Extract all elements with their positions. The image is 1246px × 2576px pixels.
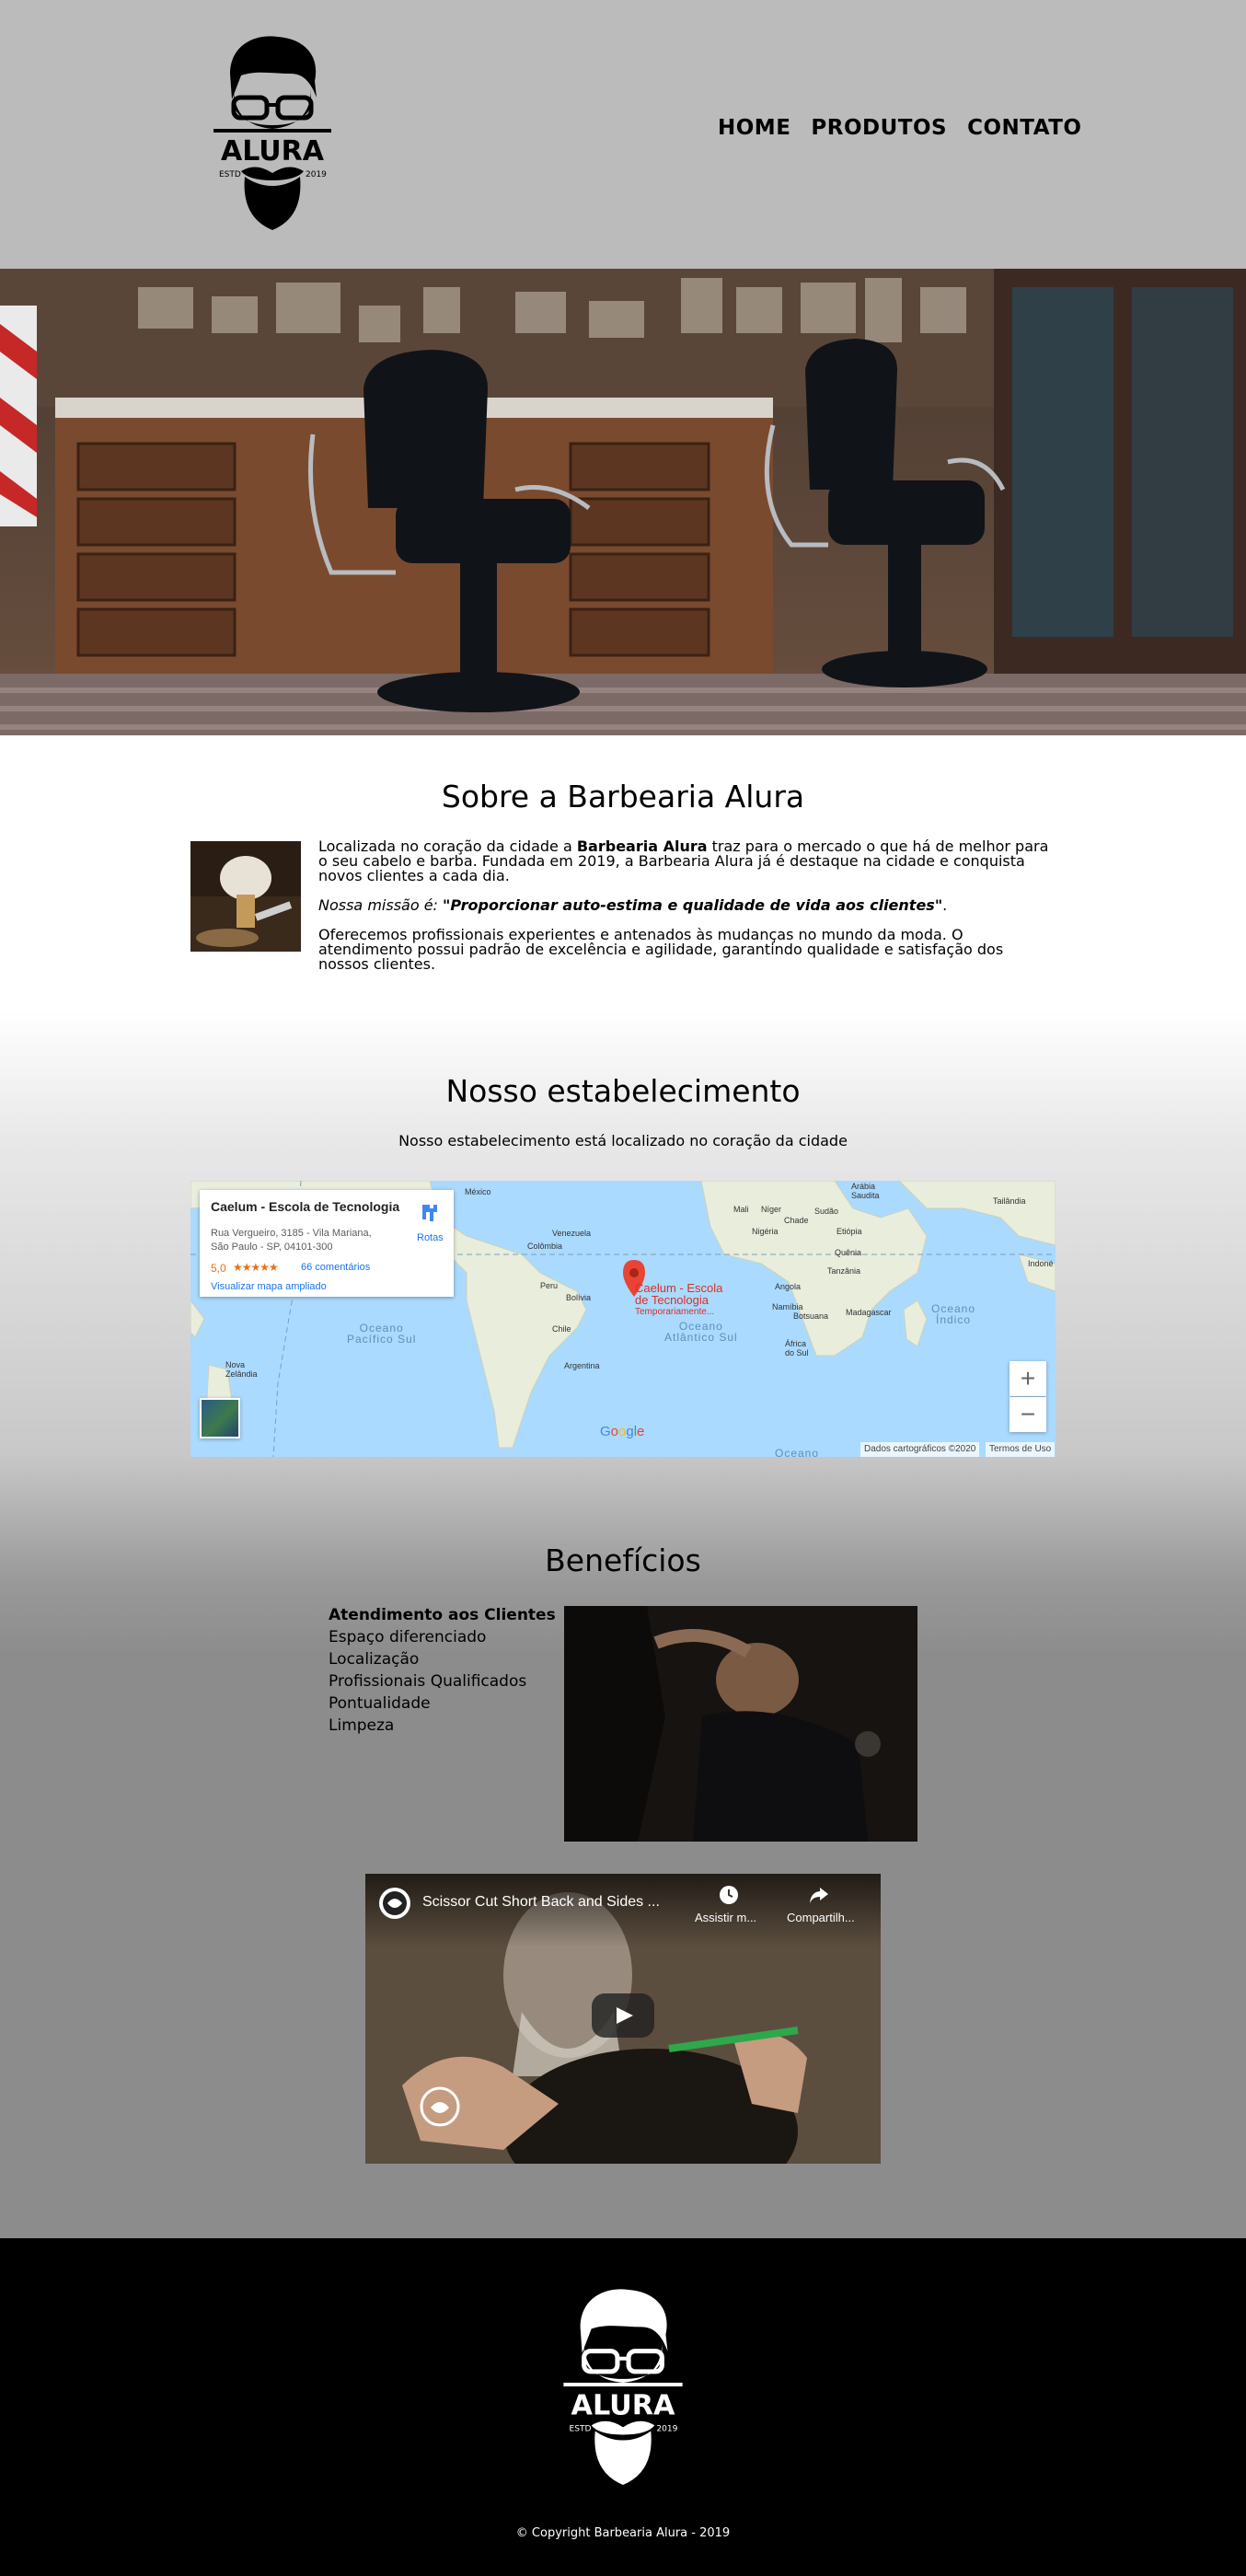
channel-avatar-icon[interactable] — [378, 1887, 411, 1920]
list-item: Espaço diferenciado — [329, 1628, 487, 1646]
map-label-saudi-arabia: Arábia Saudita — [851, 1182, 880, 1200]
barber-at-work-image — [564, 1606, 917, 1842]
map-zoom-in-button[interactable]: + — [1009, 1361, 1046, 1396]
map-label-mali: Mali — [733, 1205, 749, 1214]
map-address-line1: Rua Vergueiro, 3185 - Vila Mariana, — [211, 1228, 372, 1239]
map-directions-label[interactable]: Rotas — [417, 1232, 444, 1243]
video-play-button[interactable] — [592, 1993, 654, 2038]
map-reviews-link[interactable]: 66 comentários — [301, 1262, 370, 1273]
map-label-chile: Chile — [552, 1324, 571, 1334]
about-paragraph-intro: Localizada no coração da cidade a Barbea… — [318, 837, 1049, 884]
google-logo: Google — [600, 1424, 644, 1439]
map-label-kenya: Quênia — [835, 1248, 862, 1257]
map-label-bolivia: Bolívia — [566, 1293, 592, 1302]
alura-barber-logo[interactable]: ALURA ESTD 2019 — [213, 33, 331, 232]
logo-estd: ESTD — [219, 170, 241, 179]
clock-icon[interactable] — [719, 1885, 739, 1905]
main-nav: HOME PRODUTOS CONTATO — [718, 116, 1081, 140]
map-larger-link[interactable]: Visualizar mapa ampliado — [211, 1281, 327, 1292]
map-ocean-indian: Oceano Índico — [931, 1302, 976, 1326]
map-label-argentina: Argentina — [564, 1361, 600, 1370]
directions-icon[interactable] — [419, 1203, 441, 1221]
shaving-brush-image — [190, 841, 301, 952]
map-label-nigeria: Nigéria — [752, 1227, 779, 1236]
map-label-chad: Chade — [784, 1216, 809, 1225]
map-label-venezuela: Venezuela — [552, 1229, 592, 1238]
establishment-title: Nosso estabelecimento — [445, 1073, 801, 1109]
share-icon[interactable] — [809, 1885, 829, 1905]
map-label-colombia: Colômbia — [527, 1242, 563, 1251]
map-label-angola: Angola — [775, 1282, 802, 1291]
map-label-peru: Peru — [540, 1281, 559, 1290]
about-text: Localizada no coração da cidade a Barbea… — [318, 839, 1055, 987]
mission-statement: "Proporcionar auto-estima e qualidade de… — [443, 896, 943, 914]
map-label-south-africa: África do Sul — [785, 1339, 809, 1357]
watch-later-button[interactable]: Assistir m... — [695, 1911, 756, 1924]
map-label-niger: Níger — [761, 1205, 782, 1214]
map-label-indonesia: Indoné — [1028, 1259, 1054, 1268]
nav-contato[interactable]: CONTATO — [967, 116, 1081, 140]
google-logo-letter: o — [610, 1424, 619, 1439]
map-label-madagascar: Madagascar — [846, 1308, 892, 1317]
video-title[interactable]: Scissor Cut Short Back and Sides ... — [422, 1894, 660, 1911]
map-rating: 5,0 — [211, 1262, 226, 1275]
nav-home[interactable]: HOME — [718, 116, 790, 140]
share-button[interactable]: Compartilh... — [787, 1911, 855, 1924]
footer-logo-year: 2019 — [656, 2424, 677, 2433]
map-label-sudan: Sudão — [814, 1207, 839, 1216]
footer-logo-estd: ESTD — [569, 2424, 591, 2433]
youtube-video-embed[interactable]: Scissor Cut Short Back and Sides ... Ass… — [365, 1874, 881, 2164]
establishment-subtitle: Nosso estabelecimento está localizado no… — [398, 1132, 848, 1149]
google-logo-letter: g — [626, 1424, 634, 1439]
barbershop-banner-image — [0, 269, 1246, 735]
map-label-ethiopia: Etiópia — [836, 1227, 862, 1236]
benefits-title: Benefícios — [545, 1542, 701, 1578]
google-map-embed[interactable]: México Venezuela Colômbia Peru Bolívia C… — [190, 1181, 1056, 1457]
list-item: Pontualidade — [329, 1694, 431, 1713]
map-pin-status: Temporariamente... — [635, 1307, 715, 1317]
map-attribution: Dados cartográficos ©2020 — [860, 1442, 980, 1457]
map-satellite-toggle[interactable] — [200, 1398, 240, 1438]
map-label-thailand: Tailândia — [993, 1196, 1026, 1206]
about-paragraph-team: Oferecemos profissionais experientes e a… — [318, 926, 1004, 973]
map-ocean-atlantic: Oceano Atlântico Sul — [664, 1320, 738, 1344]
map-label-namibia: Namíbia — [772, 1302, 803, 1311]
benefits-list: Atendimento aos Clientes Espaço diferenc… — [329, 1604, 556, 1737]
map-label-botswana: Botsuana — [793, 1311, 829, 1321]
map-rating-stars: ★★★★★ — [233, 1261, 279, 1274]
map-terms-link[interactable]: Termos de Uso — [986, 1442, 1056, 1457]
footer-logo-brand: ALURA — [571, 2389, 676, 2421]
google-logo-letter: G — [600, 1424, 611, 1439]
watermark-logo-icon — [420, 2086, 460, 2127]
map-ocean-pacific: Oceano Pacífico Sul — [347, 1322, 417, 1346]
map-label-tanzania: Tanzânia — [827, 1266, 861, 1276]
list-item: Profissionais Qualificados — [329, 1672, 527, 1691]
logo-year: 2019 — [306, 170, 327, 179]
google-logo-letter: e — [637, 1424, 645, 1439]
logo-brand: ALURA — [221, 135, 325, 167]
map-place-card: Caelum - Escola de Tecnologia Rua Vergue… — [200, 1190, 454, 1297]
map-label-mexico: México — [465, 1187, 491, 1196]
map-ocean-bottom: Oceano — [775, 1447, 820, 1457]
list-item: Limpeza — [329, 1716, 395, 1735]
map-place-name: Caelum - Escola de Tecnologia — [211, 1199, 400, 1214]
copyright-text: © Copyright Barbearia Alura - 2019 — [515, 2526, 731, 2540]
mission-label: Nossa missão é: — [318, 896, 444, 914]
map-zoom-out-button[interactable]: − — [1009, 1397, 1046, 1432]
about-title: Sobre a Barbearia Alura — [441, 779, 805, 814]
list-item: Localização — [329, 1650, 420, 1669]
nav-produtos[interactable]: PRODUTOS — [811, 116, 947, 140]
map-address-line2: São Paulo - SP, 04101-300 — [211, 1242, 333, 1253]
list-item: Atendimento aos Clientes — [329, 1606, 556, 1624]
map-label-new-zealand: Nova Zelândia — [225, 1360, 258, 1379]
site-header: ALURA ESTD 2019 HOME PRODUTOS CONTATO — [0, 0, 1246, 269]
about-paragraph-mission: Nossa missão é: "Proporcionar auto-estim… — [318, 896, 948, 914]
map-pin-label[interactable]: Caelum - Escola de Tecnologia Temporaria… — [635, 1282, 722, 1318]
footer-alura-logo: ALURA ESTD 2019 — [563, 2289, 683, 2485]
